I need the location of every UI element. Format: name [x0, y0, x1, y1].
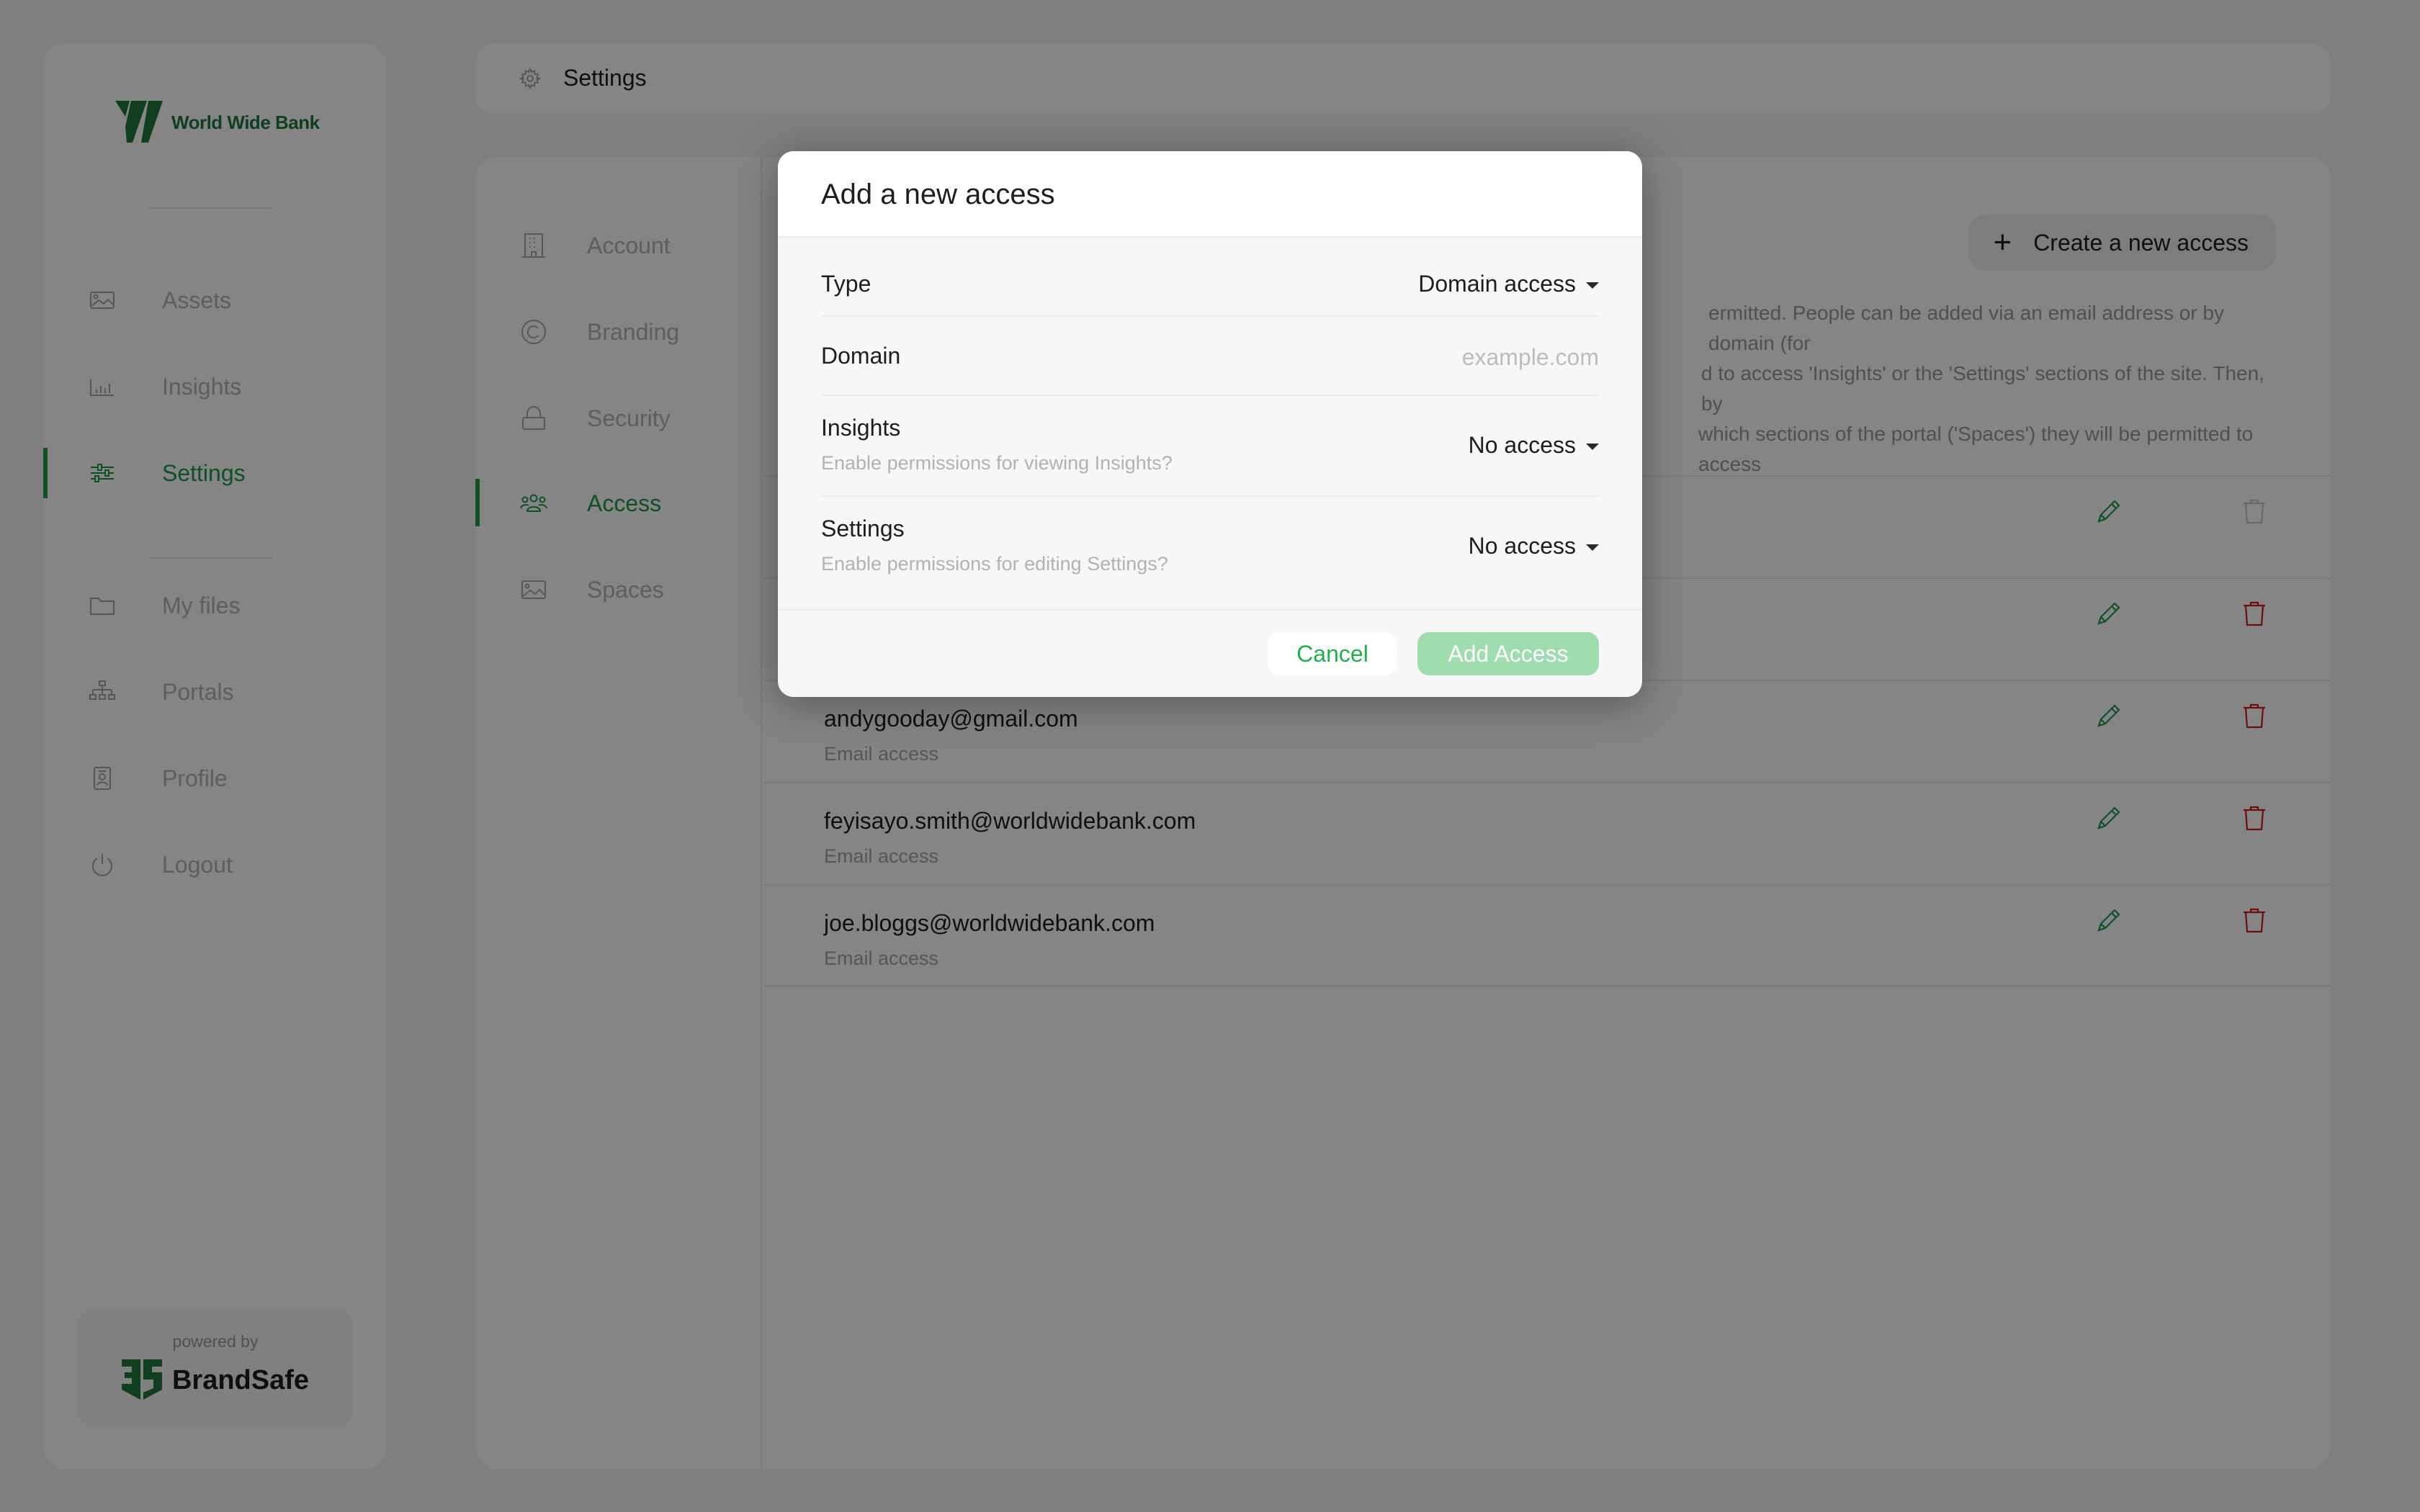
add-access-dialog: Add a new access Type Domain access Doma… — [778, 151, 1642, 697]
insights-label: Insights — [821, 415, 901, 441]
type-select-value: Domain access — [1418, 271, 1576, 297]
dialog-header: Add a new access — [778, 151, 1642, 238]
add-access-button[interactable]: Add Access — [1417, 632, 1599, 675]
insights-field: Insights Enable permissions for viewing … — [821, 396, 1599, 497]
settings-select-value: No access — [1468, 533, 1576, 559]
type-field: Type Domain access — [821, 238, 1599, 317]
type-select[interactable]: Domain access — [1418, 271, 1599, 297]
cancel-button[interactable]: Cancel — [1268, 632, 1397, 675]
type-label: Type — [821, 271, 871, 297]
insights-select[interactable]: No access — [1469, 432, 1599, 459]
caret-down-icon — [1586, 444, 1599, 450]
dialog-title: Add a new access — [821, 179, 1055, 210]
domain-field: Domain — [821, 317, 1599, 396]
dialog-body: Type Domain access Domain Insights Enabl… — [778, 238, 1642, 612]
dialog-footer: Cancel Add Access — [778, 609, 1642, 697]
settings-label: Settings — [821, 516, 905, 541]
insights-hint: Enable permissions for viewing Insights? — [821, 452, 1173, 474]
caret-down-icon — [1586, 282, 1599, 289]
settings-hint: Enable permissions for editing Settings? — [821, 553, 1168, 575]
settings-field: Settings Enable permissions for editing … — [821, 497, 1599, 612]
settings-select[interactable]: No access — [1469, 533, 1599, 559]
domain-label: Domain — [821, 343, 901, 369]
insights-select-value: No access — [1468, 432, 1576, 458]
caret-down-icon — [1586, 544, 1599, 551]
domain-input[interactable] — [1167, 341, 1599, 373]
